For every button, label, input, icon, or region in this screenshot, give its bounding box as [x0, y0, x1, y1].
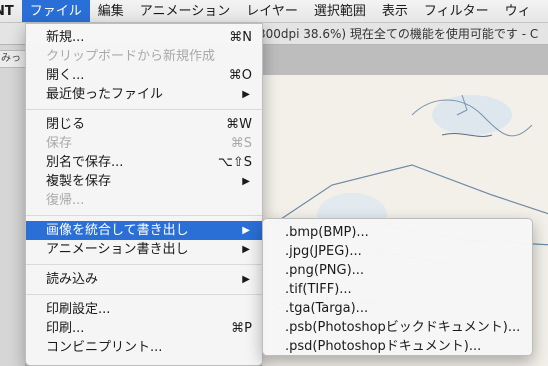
- export-png[interactable]: .png(PNG)...: [263, 261, 532, 280]
- menu-item-print-settings[interactable]: 印刷設定...: [26, 300, 262, 319]
- shortcut-label: ⌘O: [228, 68, 252, 83]
- export-tga[interactable]: .tga(Targa)...: [263, 299, 532, 318]
- submenu-arrow-icon: ▶: [242, 225, 250, 236]
- shortcut-label: ⌘P: [231, 321, 252, 336]
- menu-item-label: 読み込み: [46, 272, 99, 287]
- document-tab[interactable]: みっjh: [0, 50, 26, 68]
- menu-item-label: 新規...: [46, 30, 85, 45]
- menu-filter[interactable]: フィルター: [416, 0, 497, 22]
- menu-item-export-merged[interactable]: 画像を統合して書き出し ▶: [26, 221, 262, 240]
- menu-item-close[interactable]: 閉じる ⌘W: [26, 115, 262, 134]
- menu-separator: [26, 294, 262, 295]
- menu-item-new-from-clipboard: クリップボードから新規作成: [26, 47, 262, 66]
- menu-item-label: 開く...: [46, 68, 85, 83]
- document-title: 300dpi 38.6%) 現在全ての機能を使用可能です - C: [258, 27, 539, 41]
- menu-item-label: コンビニプリント...: [46, 340, 163, 355]
- export-jpg[interactable]: .jpg(JPEG)...: [263, 242, 532, 261]
- menu-file[interactable]: ファイル: [21, 0, 90, 22]
- app-menu[interactable]: NT: [0, 4, 22, 19]
- menu-item-label: アニメーション書き出し: [46, 242, 189, 257]
- menu-item-open[interactable]: 開く... ⌘O: [26, 66, 262, 85]
- submenu-arrow-icon: ▶: [242, 176, 250, 187]
- menu-item-convenience-print[interactable]: コンビニプリント...: [26, 338, 262, 357]
- left-panel: [0, 45, 26, 366]
- menu-separator: [26, 264, 262, 265]
- menu-item-import[interactable]: 読み込み ▶: [26, 270, 262, 289]
- menu-edit[interactable]: 編集: [90, 0, 132, 22]
- submenu-arrow-icon: ▶: [242, 274, 250, 285]
- shortcut-label: ⌘N: [229, 30, 252, 45]
- menu-window[interactable]: ウィ: [497, 0, 539, 22]
- menu-separator: [26, 109, 262, 110]
- export-psb[interactable]: .psb(Photoshopビックドキュメント)...: [263, 318, 532, 337]
- menu-item-label: 画像を統合して書き出し: [46, 223, 189, 238]
- menu-item-export-animation[interactable]: アニメーション書き出し ▶: [26, 240, 262, 259]
- menu-item-label: 閉じる: [46, 117, 86, 132]
- menu-item-print[interactable]: 印刷... ⌘P: [26, 319, 262, 338]
- menu-item-label: 別名で保存...: [46, 155, 124, 170]
- menu-item-label: 保存: [46, 136, 73, 151]
- menu-item-save: 保存 ⌘S: [26, 134, 262, 153]
- menu-item-new[interactable]: 新規... ⌘N: [26, 28, 262, 47]
- menu-item-revert: 復帰...: [26, 191, 262, 210]
- submenu-arrow-icon: ▶: [242, 244, 250, 255]
- shortcut-label: ⌥⇧S: [217, 155, 252, 170]
- menu-bar: NT ファイル 編集 アニメーション レイヤー 選択範囲 表示 フィルター ウィ: [0, 0, 548, 23]
- menu-view[interactable]: 表示: [374, 0, 416, 22]
- menu-item-recent-files[interactable]: 最近使ったファイル ▶: [26, 85, 262, 104]
- menu-item-save-as[interactable]: 別名で保存... ⌥⇧S: [26, 153, 262, 172]
- export-tif[interactable]: .tif(TIFF)...: [263, 280, 532, 299]
- export-psd[interactable]: .psd(Photoshopドキュメント)...: [263, 337, 532, 356]
- submenu-arrow-icon: ▶: [242, 89, 250, 100]
- menu-selection[interactable]: 選択範囲: [306, 0, 374, 22]
- export-bmp[interactable]: .bmp(BMP)...: [263, 223, 532, 242]
- menu-item-label: 印刷...: [46, 321, 85, 336]
- menu-item-label: 印刷設定...: [46, 302, 111, 317]
- shortcut-label: ⌘W: [226, 117, 252, 132]
- menu-item-label: 複製を保存: [46, 174, 112, 189]
- menu-layer[interactable]: レイヤー: [238, 0, 306, 22]
- menu-item-label: クリップボードから新規作成: [46, 49, 216, 64]
- menu-item-save-copy[interactable]: 複製を保存 ▶: [26, 172, 262, 191]
- shortcut-label: ⌘S: [230, 136, 252, 151]
- menu-item-label: 最近使ったファイル: [46, 87, 164, 102]
- menu-animation[interactable]: アニメーション: [132, 0, 238, 22]
- export-submenu: .bmp(BMP)... .jpg(JPEG)... .png(PNG)... …: [262, 218, 533, 356]
- menu-separator: [26, 215, 262, 216]
- file-menu-dropdown: 新規... ⌘N クリップボードから新規作成 開く... ⌘O 最近使ったファイ…: [25, 23, 263, 366]
- menu-item-label: 復帰...: [46, 193, 85, 208]
